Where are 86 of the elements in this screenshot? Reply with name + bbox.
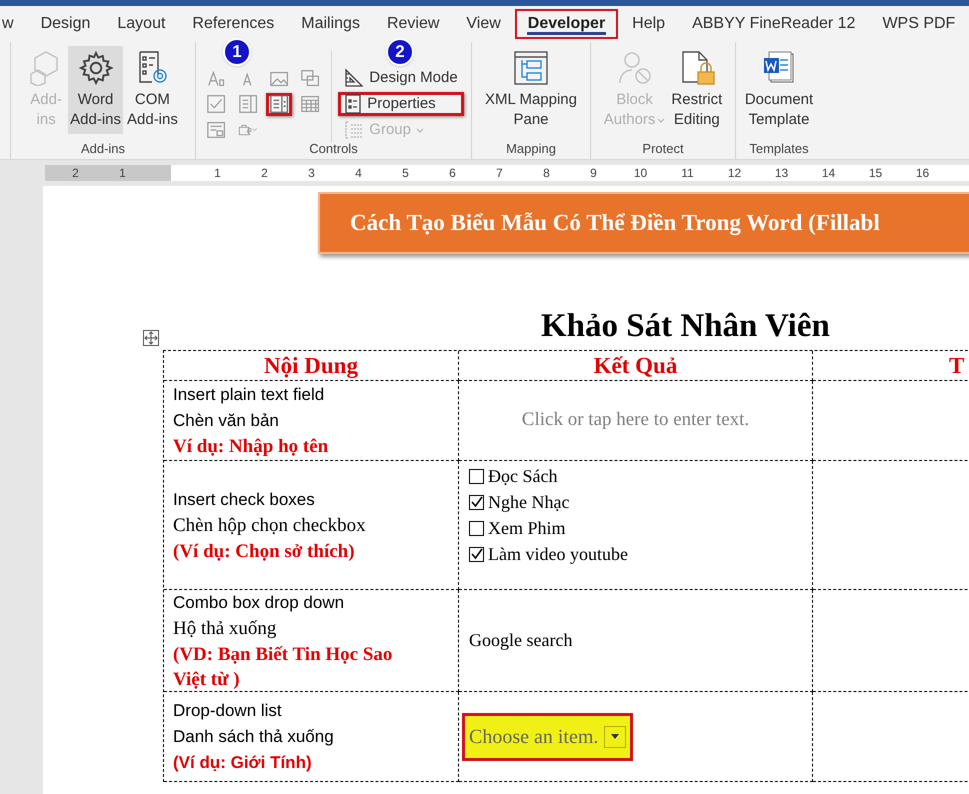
checkbox[interactable]: [469, 520, 484, 536]
ruler-number: 15: [868, 165, 884, 181]
ribbon-button[interactable]: XML Mapping Pane: [483, 46, 579, 134]
column-header: Nội Dung: [264, 352, 358, 380]
checkbox-icon: [206, 93, 227, 116]
ribbon-button[interactable]: Word Add-ins: [68, 46, 123, 134]
document-title: Khảo Sát Nhân Viên: [541, 307, 830, 346]
column-header: Kết Quả: [594, 352, 678, 380]
ribbon-tab[interactable]: Design: [28, 9, 104, 39]
checkbox[interactable]: [469, 494, 484, 510]
ribbon-tab[interactable]: Mailings: [288, 9, 373, 39]
ruler-number: 9: [589, 165, 598, 181]
person-blocked-icon: [616, 50, 653, 86]
tree-pane-icon: [513, 50, 549, 86]
title-banner: Cách Tạo Biểu Mẫu Có Thể Điền Trong Word (Fillabl: [318, 192, 969, 254]
caret-icon: [252, 127, 258, 132]
checkbox-label: Nghe Nhạc: [488, 490, 570, 514]
combo-box-icon: [238, 93, 258, 116]
ruler-number: 7: [495, 165, 504, 181]
checkbox-label: Xem Phim: [488, 516, 566, 540]
row-description: Chèn văn bản: [173, 410, 280, 432]
properties-icon: [344, 94, 362, 114]
command-button[interactable]: Design Mode: [338, 66, 464, 90]
ruler-number: 13: [774, 165, 790, 181]
group-label: Mapping: [505, 141, 557, 158]
command-button[interactable]: Properties: [338, 92, 464, 116]
ribbon-tab[interactable]: View: [453, 9, 514, 39]
move-handle-icon: [143, 330, 159, 346]
ribbon-tab[interactable]: ABBYY FineReader 12: [679, 9, 868, 39]
ribbon-tab[interactable]: Layout: [104, 9, 178, 39]
row-description: Hộ thả xuống: [173, 616, 278, 640]
gear-icon: [78, 50, 114, 86]
text-field-placeholder[interactable]: Click or tap here to enter text.: [522, 406, 750, 435]
row-description: Chèn hộp chọn checkbox: [173, 514, 367, 538]
ruler-number: 16: [914, 165, 930, 181]
step-badge: 1: [223, 38, 251, 66]
checkbox[interactable]: [469, 546, 484, 562]
checkbox[interactable]: [469, 468, 484, 484]
ruler-number: 1: [213, 165, 222, 181]
ruler-number: 11: [680, 165, 695, 181]
row-description: Danh sách thả xuống: [173, 726, 335, 748]
group-icon: [344, 120, 364, 140]
group-label: Protect: [641, 141, 685, 158]
row-description: Combo box drop down: [173, 592, 346, 614]
drop-down-list[interactable]: Choose an item.: [465, 716, 630, 758]
ruler-number: 10: [632, 165, 648, 181]
step-badge: 2: [386, 38, 414, 66]
column-header: T: [949, 352, 964, 380]
ruler-number: 1: [118, 165, 127, 181]
combo-box-value[interactable]: Google search: [469, 627, 572, 654]
row-description: Ví dụ: Nhập họ tên: [173, 435, 330, 459]
ribbon-button[interactable]: Document Template: [742, 46, 816, 134]
ruler-number: 4: [354, 165, 363, 181]
row-description: Drop-down list: [173, 700, 283, 722]
row-description: Insert check boxes: [173, 488, 316, 510]
ribbon-tab[interactable]: References: [179, 9, 288, 39]
ruler-triangle-icon: [344, 68, 364, 88]
ruler-number: 6: [448, 165, 457, 181]
row-description: (Ví dụ: Chọn sở thích): [173, 540, 356, 564]
ribbon-tab[interactable]: Review: [374, 9, 452, 39]
checkbox-label: Làm video youtube: [488, 542, 628, 566]
ribbon-tab[interactable]: Help: [619, 9, 678, 39]
caret-icon: [416, 128, 424, 132]
ruler-number: 5: [401, 165, 410, 181]
ribbon-tab[interactable]: Developer: [514, 9, 618, 39]
ribbon-tab[interactable]: w: [0, 9, 27, 39]
control-button[interactable]: [266, 92, 292, 116]
ribbon-button[interactable]: Restrict Editing: [669, 46, 724, 134]
caret-icon: [657, 118, 666, 122]
row-description: Insert plain text field: [173, 384, 326, 406]
caret-icon: [611, 734, 620, 739]
row-description: (Ví dụ: Giới Tính): [173, 752, 313, 774]
ruler-number: 3: [307, 165, 316, 181]
ribbon-tab[interactable]: WPS PDF: [869, 9, 968, 39]
group-label: Add-ins: [80, 141, 126, 158]
checkbox-label: Đọc Sách: [488, 464, 558, 488]
ruler-number: 14: [820, 165, 836, 181]
ruler-number: 8: [542, 165, 551, 181]
group-label: Templates: [748, 141, 810, 158]
row-description: (VD: Bạn Biết Tin Học Sao Việt từ ): [173, 642, 394, 692]
drop-down-list-icon: [268, 93, 290, 116]
group-label: Controls: [308, 141, 359, 158]
ruler-number: 12: [726, 165, 742, 181]
ribbon-button[interactable]: COM Add-ins: [125, 46, 180, 134]
ruler-number: 2: [260, 165, 269, 181]
ruler-number: 2: [71, 165, 80, 181]
